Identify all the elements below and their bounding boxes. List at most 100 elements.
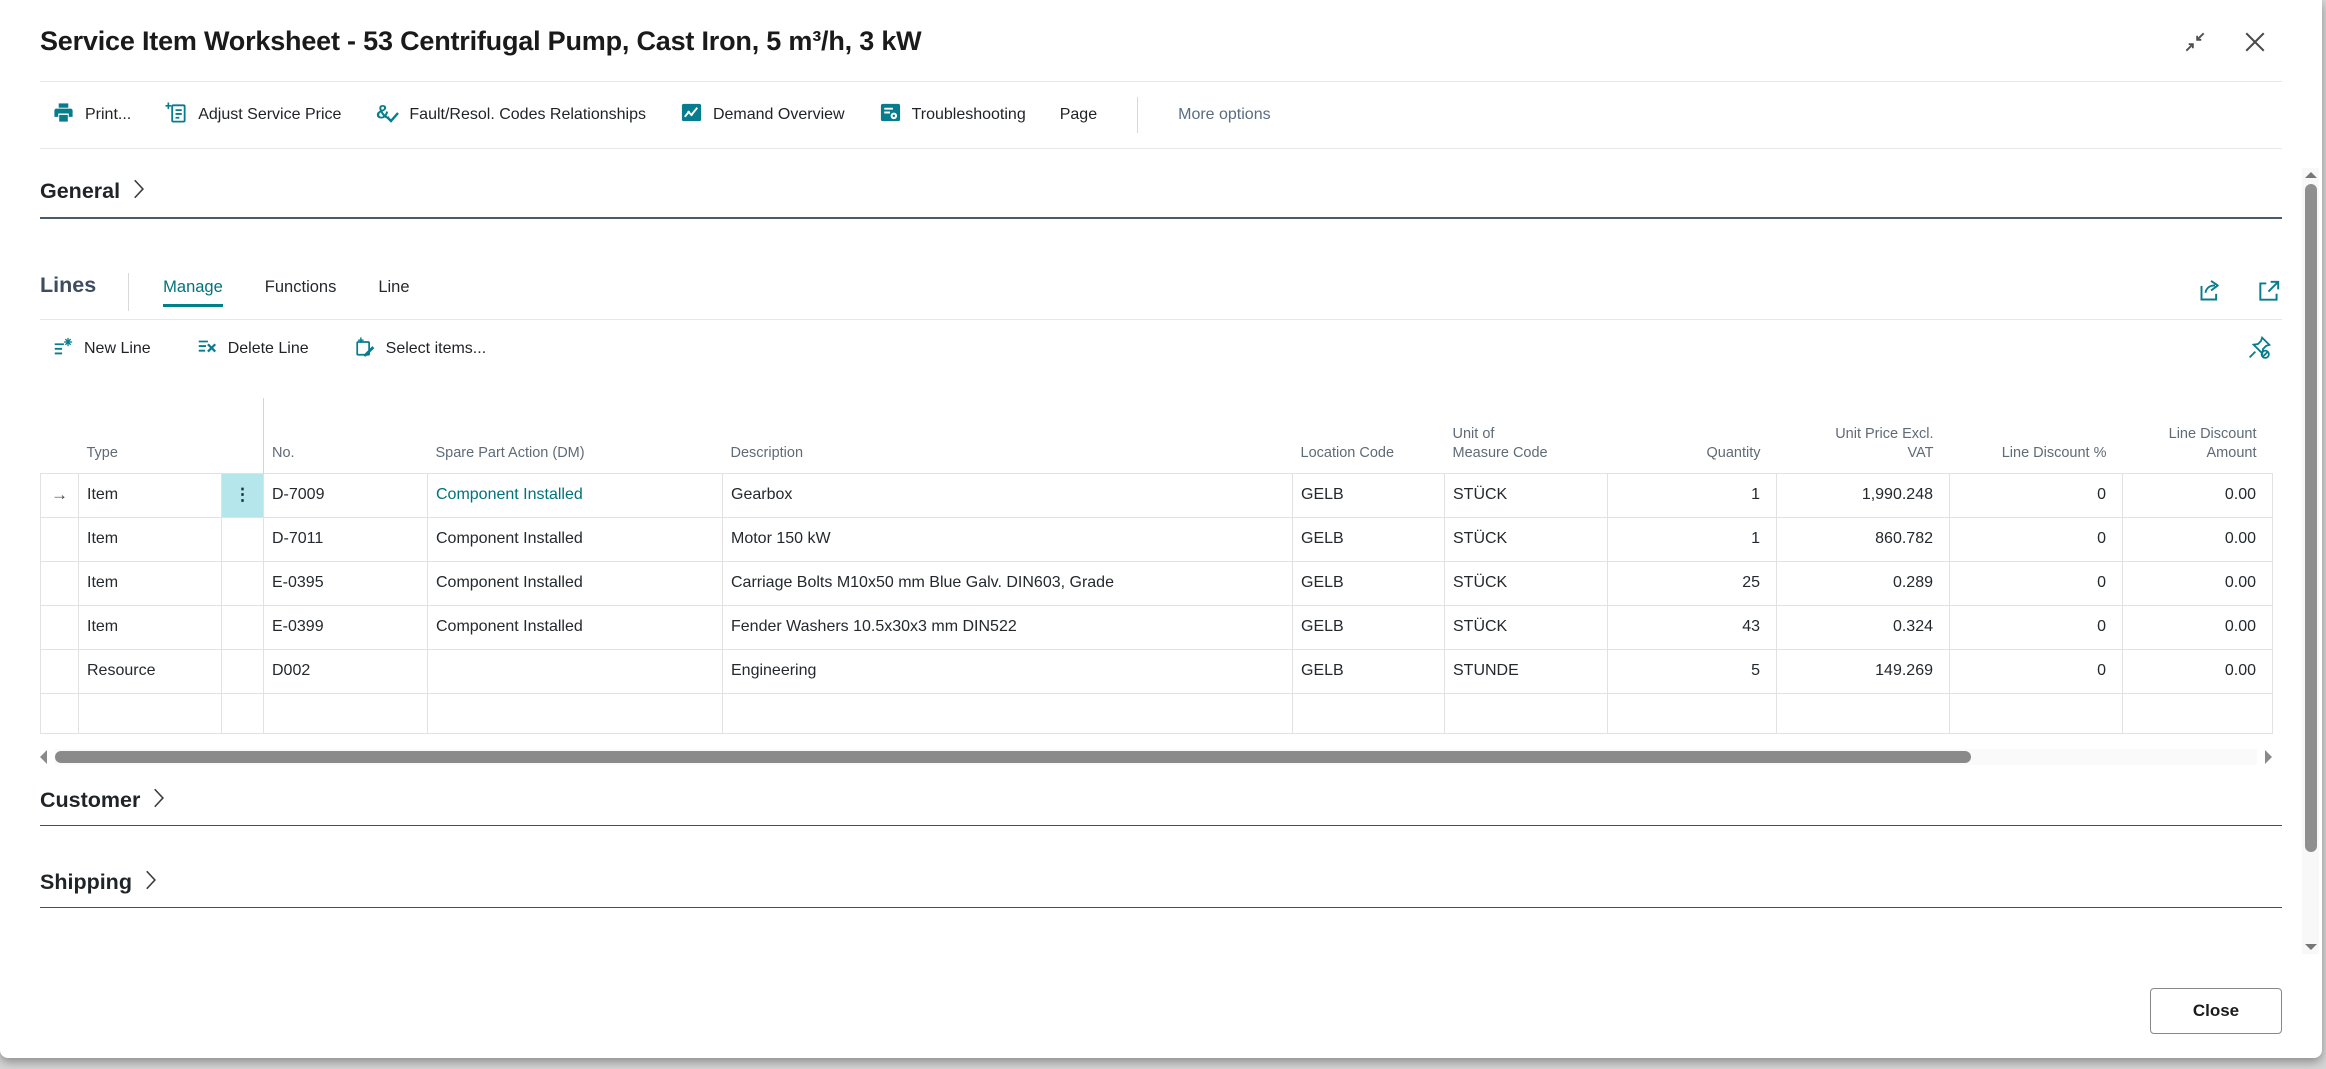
cell-no[interactable]: D-7009 [264, 473, 428, 517]
fault-resol-codes-button[interactable]: & Fault/Resol. Codes Relationships [375, 101, 646, 130]
col-unit-price[interactable]: Unit Price Excl. VAT [1777, 398, 1950, 473]
cell-type[interactable]: Item [79, 561, 222, 605]
dialog-content: General Lines Manage Functions Line [0, 179, 2322, 908]
cell-unit-price[interactable]: 1,990.248 [1777, 473, 1950, 517]
horizontal-scrollbar-thumb[interactable] [55, 751, 1971, 763]
cell-description[interactable]: Carriage Bolts M10x50 mm Blue Galv. DIN6… [723, 561, 1293, 605]
cell-type[interactable]: Item [79, 605, 222, 649]
cell-quantity[interactable]: 43 [1608, 605, 1777, 649]
cell-quantity[interactable]: 1 [1608, 473, 1777, 517]
more-options-button[interactable]: More options [1178, 106, 1271, 124]
chevron-right-icon [144, 870, 157, 895]
select-items-button[interactable]: Select items... [354, 336, 486, 363]
unpin-button[interactable] [2247, 335, 2272, 363]
close-button[interactable]: Close [2150, 988, 2282, 1034]
cell-unit-price[interactable]: 0.324 [1777, 605, 1950, 649]
cell-discount-amount[interactable]: 0.00 [2123, 517, 2273, 561]
shipping-section-header[interactable]: Shipping [40, 870, 2282, 895]
cell-location[interactable]: GELB [1293, 517, 1445, 561]
cell-discount-amount[interactable]: 0.00 [2123, 649, 2273, 693]
horizontal-scrollbar-track[interactable] [55, 749, 2257, 765]
col-quantity[interactable]: Quantity [1608, 398, 1777, 473]
table-row[interactable]: Item E-0399 Component Installed Fender W… [41, 605, 2273, 649]
col-spare-part-action[interactable]: Spare Part Action (DM) [428, 398, 723, 473]
cell-unit-price[interactable]: 860.782 [1777, 517, 1950, 561]
cell-description[interactable]: Gearbox [723, 473, 1293, 517]
close-window-button[interactable] [2238, 26, 2272, 60]
cell-description[interactable]: Motor 150 kW [723, 517, 1293, 561]
tab-functions[interactable]: Functions [265, 278, 337, 307]
row-menu-button[interactable]: ⋮ [222, 473, 264, 517]
customer-section-header[interactable]: Customer [40, 788, 2282, 813]
cell-uom[interactable]: STÜCK [1445, 561, 1608, 605]
col-type[interactable]: Type [79, 398, 222, 473]
print-button[interactable]: Print... [52, 101, 131, 129]
cell-spare-part-action[interactable]: Component Installed [428, 517, 723, 561]
cell-discount-amount[interactable]: 0.00 [2123, 561, 2273, 605]
scroll-left-arrow-icon[interactable] [40, 750, 47, 764]
cell-discount-pct[interactable]: 0 [1950, 605, 2123, 649]
cell-type[interactable]: Resource [79, 649, 222, 693]
cell-spare-part-action-link[interactable]: Component Installed [428, 473, 723, 517]
table-row[interactable]: Item E-0395 Component Installed Carriage… [41, 561, 2273, 605]
col-line-discount-amount[interactable]: Line Discount Amount [2123, 398, 2273, 473]
cell-discount-pct[interactable]: 0 [1950, 649, 2123, 693]
table-row-selected[interactable]: → Item ⋮ D-7009 Component Installed Gear… [41, 473, 2273, 517]
general-section-header[interactable]: General [40, 179, 2282, 204]
cell-discount-amount[interactable]: 0.00 [2123, 473, 2273, 517]
horizontal-scrollbar[interactable] [40, 746, 2272, 768]
cell-location[interactable]: GELB [1293, 561, 1445, 605]
page-menu-button[interactable]: Page [1060, 106, 1097, 124]
col-no[interactable]: No. [264, 398, 428, 473]
cell-discount-amount[interactable]: 0.00 [2123, 605, 2273, 649]
cell-uom[interactable]: STUNDE [1445, 649, 1608, 693]
cell-spare-part-action[interactable] [428, 649, 723, 693]
col-line-discount-pct[interactable]: Line Discount % [1950, 398, 2123, 473]
cell-uom[interactable]: STÜCK [1445, 473, 1608, 517]
cell-discount-pct[interactable]: 0 [1950, 561, 2123, 605]
cell-type[interactable]: Item [79, 473, 222, 517]
cell-uom[interactable]: STÜCK [1445, 605, 1608, 649]
adjust-service-price-button[interactable]: Adjust Service Price [165, 101, 341, 129]
cell-discount-pct[interactable]: 0 [1950, 517, 2123, 561]
vertical-scrollbar[interactable] [2302, 168, 2319, 954]
cell-unit-price[interactable]: 0.289 [1777, 561, 1950, 605]
cell-description[interactable]: Engineering [723, 649, 1293, 693]
cell-location[interactable]: GELB [1293, 473, 1445, 517]
scroll-down-arrow-icon[interactable] [2305, 944, 2317, 950]
cell-quantity[interactable]: 5 [1608, 649, 1777, 693]
cell-location[interactable]: GELB [1293, 605, 1445, 649]
cell-description[interactable]: Fender Washers 10.5x30x3 mm DIN522 [723, 605, 1293, 649]
col-description[interactable]: Description [723, 398, 1293, 473]
col-location-code[interactable]: Location Code [1293, 398, 1445, 473]
cell-location[interactable]: GELB [1293, 649, 1445, 693]
cell-quantity[interactable]: 1 [1608, 517, 1777, 561]
cell-no[interactable]: E-0395 [264, 561, 428, 605]
new-line-button[interactable]: New Line [52, 336, 151, 363]
cell-unit-price[interactable]: 149.269 [1777, 649, 1950, 693]
scroll-right-arrow-icon[interactable] [2265, 750, 2272, 764]
share-button[interactable] [2197, 277, 2224, 307]
tab-line[interactable]: Line [378, 278, 409, 307]
cell-quantity[interactable]: 25 [1608, 561, 1777, 605]
cell-spare-part-action[interactable]: Component Installed [428, 605, 723, 649]
scroll-up-arrow-icon[interactable] [2305, 172, 2317, 178]
cell-type[interactable]: Item [79, 517, 222, 561]
table-row[interactable]: Resource D002 Engineering GELB STUNDE 5 … [41, 649, 2273, 693]
cell-no[interactable]: D-7011 [264, 517, 428, 561]
cell-spare-part-action[interactable]: Component Installed [428, 561, 723, 605]
vertical-scrollbar-thumb[interactable] [2305, 184, 2317, 852]
col-unit-of-measure[interactable]: Unit of Measure Code [1445, 398, 1608, 473]
table-row[interactable]: Item D-7011 Component Installed Motor 15… [41, 517, 2273, 561]
tab-manage[interactable]: Manage [163, 278, 223, 307]
restore-window-button[interactable] [2178, 26, 2212, 60]
cell-no[interactable]: E-0399 [264, 605, 428, 649]
cell-no[interactable]: D002 [264, 649, 428, 693]
demand-overview-button[interactable]: Demand Overview [680, 101, 845, 129]
open-in-new-window-button[interactable] [2256, 277, 2282, 307]
table-row-empty[interactable] [41, 693, 2273, 733]
cell-uom[interactable]: STÜCK [1445, 517, 1608, 561]
cell-discount-pct[interactable]: 0 [1950, 473, 2123, 517]
troubleshooting-button[interactable]: Troubleshooting [879, 101, 1026, 129]
delete-line-button[interactable]: Delete Line [196, 336, 309, 363]
